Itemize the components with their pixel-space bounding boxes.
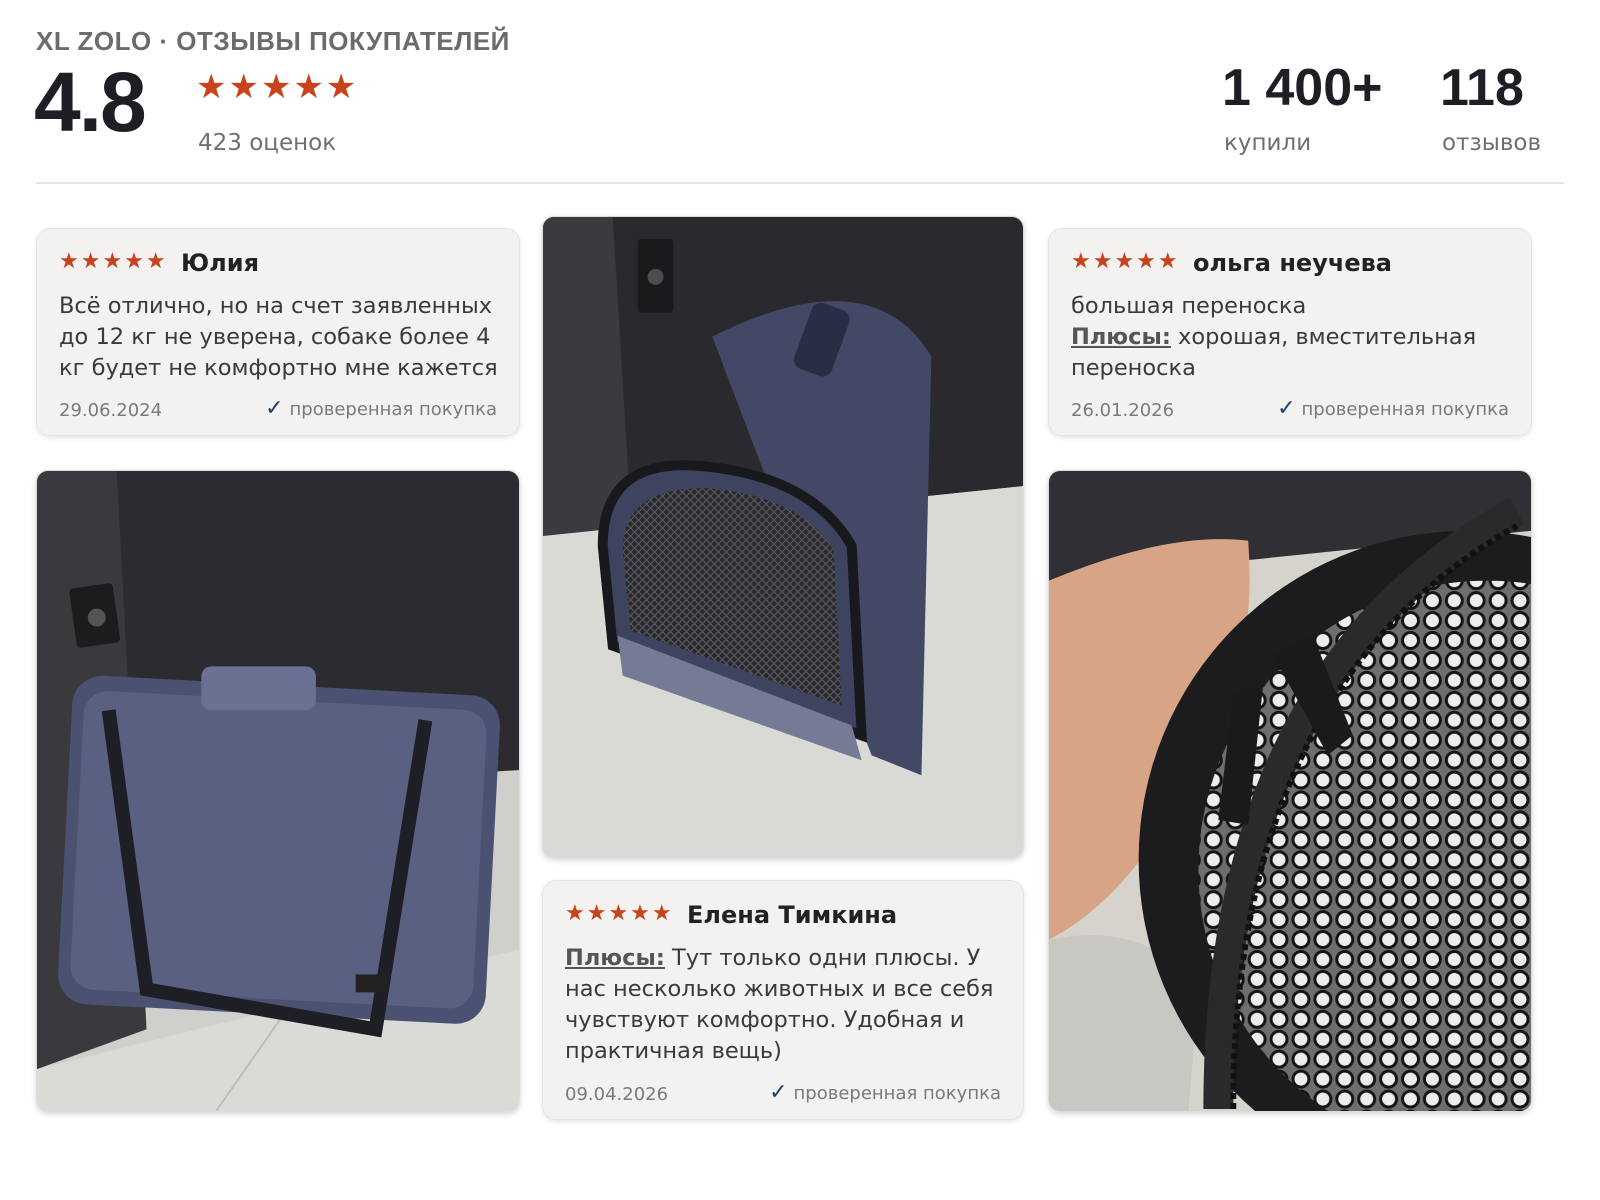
review-stars-icon: ★★★★★ [59,249,168,274]
review-photo-carrier-mesh[interactable] [542,216,1024,858]
review-stars-icon: ★★★★★ [565,901,674,926]
review-date: 26.01.2026 [1071,400,1175,421]
average-rating: 4.8 [34,55,147,149]
verified-label: проверенная покупка [793,1083,1001,1104]
checkmark-icon: ✓ [769,1080,788,1105]
verified-label: проверенная покупка [289,399,497,420]
checkmark-icon: ✓ [1277,396,1296,421]
pros-label: Плюсы: [565,945,665,971]
review-text: Всё отлично, но на счет заявленных до 12… [59,293,498,381]
checkmark-icon: ✓ [265,396,284,421]
verified-purchase: ✓ проверенная покупка [265,396,497,421]
review-date: 29.06.2024 [59,400,163,421]
review-author: ольга неучева [1193,249,1392,277]
reviews-count: 118 [1440,59,1524,117]
review-date: 09.04.2026 [565,1084,669,1105]
review-card-1[interactable]: ★★★★★ Юлия Всё отлично, но на счет заявл… [36,228,520,436]
brand-title: XL ZOLO · ОТЗЫВЫ ПОКУПАТЕЛЕЙ [36,26,510,56]
review-author: Елена Тимкина [687,901,898,929]
verified-purchase: ✓ проверенная покупка [1277,396,1509,421]
review-photo-carrier-front[interactable] [36,470,520,1112]
review-photo-zipper-closeup[interactable] [1048,470,1532,1112]
reviews-label: отзывов [1442,130,1542,156]
bought-label: купили [1224,130,1312,156]
review-card-2[interactable]: ★★★★★ ольга неучева большая переноска Пл… [1048,228,1532,436]
review-card-3[interactable]: ★★★★★ Елена Тимкина Плюсы: Тут только од… [542,880,1024,1120]
header-divider [36,182,1564,184]
review-author: Юлия [181,249,259,277]
bought-count: 1 400+ [1222,59,1383,117]
rating-stars-icon: ★★★★★ [196,67,359,107]
review-text: большая переноска Плюсы: хорошая, вмести… [1071,291,1513,384]
verified-label: проверенная покупка [1301,399,1509,420]
rating-count: 423 оценок [198,130,337,156]
review-stars-icon: ★★★★★ [1071,249,1180,274]
verified-purchase: ✓ проверенная покупка [769,1080,1001,1105]
pros-label: Плюсы: [1071,324,1171,350]
review-text: Плюсы: Тут только одни плюсы. У нас неск… [565,943,1005,1067]
review-summary: большая переноска [1071,293,1307,319]
